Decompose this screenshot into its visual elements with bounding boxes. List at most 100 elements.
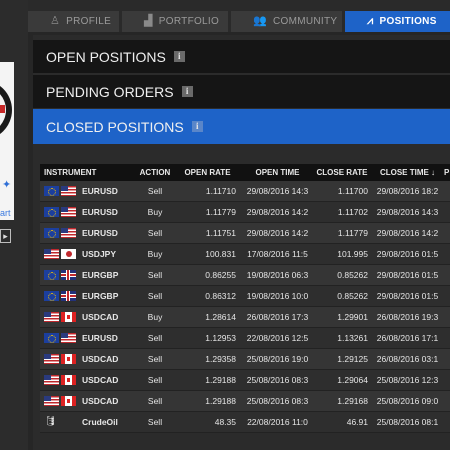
cell-open-rate: 1.29358 <box>205 354 236 364</box>
cell-action: Sell <box>147 270 163 280</box>
tab-bar: ♙ PROFILE ▟ PORTFOLIO 👥 COMMUNITY ⩘ POSI… <box>28 0 450 32</box>
instrument-symbol: EURUSD <box>82 186 118 196</box>
cell-open-rate: 0.86255 <box>205 270 236 280</box>
flag-eu-icon <box>44 291 59 301</box>
col-close-rate[interactable]: CLOSE RATE <box>316 168 371 177</box>
cell-close-time: 25/08/2016 08:1 <box>376 417 439 427</box>
flag-us-icon <box>61 207 76 217</box>
instrument-symbol: EURGBP <box>82 270 119 280</box>
section-title: OPEN POSITIONS <box>46 48 166 65</box>
flag-us-icon <box>44 396 59 406</box>
expand-arrow-icon[interactable]: ▸ <box>0 229 11 243</box>
cell-close-time: 29/08/2016 01:5 <box>376 270 439 280</box>
globe-icon: ✦ <box>2 179 12 191</box>
instrument-symbol: EURUSD <box>82 228 118 238</box>
flag-gb-icon <box>61 270 76 280</box>
cell-close-rate: 101.995 <box>337 249 368 259</box>
cell-open-time: 25/08/2016 08:3 <box>246 375 309 385</box>
cell-action: Sell <box>147 417 163 427</box>
sidebar-link[interactable]: art <box>0 208 14 218</box>
cell-close-time: 29/08/2016 18:2 <box>376 186 439 196</box>
cell-action: Sell <box>147 375 163 385</box>
cell-open-time: 29/08/2016 14:2 <box>246 207 309 217</box>
tab-portfolio[interactable]: ▟ PORTFOLIO <box>122 11 228 32</box>
table-row[interactable]: 🛢 CrudeOil Sell 48.35 22/08/2016 11:0 46.91 25… <box>40 412 450 433</box>
flag-gb-icon <box>61 291 76 301</box>
left-sidebar: ✦ art ▸ <box>0 0 28 450</box>
cell-open-time: 22/08/2016 11:0 <box>247 417 308 427</box>
profile-card-partial <box>0 62 14 220</box>
cell-action: Sell <box>147 333 163 343</box>
instrument-symbol: CrudeOil <box>82 417 118 427</box>
cell-instrument: EURGBP <box>40 270 131 280</box>
cell-action: Sell <box>147 291 163 301</box>
col-p[interactable]: P <box>444 168 450 177</box>
cell-close-rate: 1.11779 <box>337 228 368 238</box>
cell-open-time: 29/08/2016 14:2 <box>246 228 309 238</box>
flag-eu-icon <box>44 270 59 280</box>
table-row[interactable]: EURUSD Buy 1.11779 29/08/2016 14:2 1.11702 29… <box>40 202 450 223</box>
tab-positions[interactable]: ⩘ POSITIONS <box>345 11 450 32</box>
profile-icon: ♙ <box>50 15 61 27</box>
cell-open-rate: 1.11779 <box>205 207 236 217</box>
cell-open-time: 22/08/2016 12:5 <box>246 333 309 343</box>
cell-instrument: EURUSD <box>40 207 131 217</box>
table-row[interactable]: USDCAD Sell 1.29358 25/08/2016 19:0 1.29125 2… <box>40 349 450 370</box>
closed-positions-header[interactable]: CLOSED POSITIONS i <box>33 109 450 144</box>
cell-close-rate: 1.13261 <box>337 333 368 343</box>
flag-jp-icon <box>61 249 76 259</box>
table-row[interactable]: EURGBP Sell 0.86255 19/08/2016 06:3 0.85262 2… <box>40 265 450 286</box>
table-row[interactable]: USDCAD Sell 1.29188 25/08/2016 08:3 1.29168 2… <box>40 391 450 412</box>
tab-community[interactable]: 👥 COMMUNITY <box>231 11 342 32</box>
table-row[interactable]: USDCAD Sell 1.29188 25/08/2016 08:3 1.29064 2… <box>40 370 450 391</box>
cell-close-time: 29/08/2016 14:2 <box>376 228 439 238</box>
cell-open-time: 25/08/2016 08:3 <box>246 396 309 406</box>
cell-open-rate: 1.11710 <box>205 186 236 196</box>
col-action[interactable]: ACTION <box>131 168 179 177</box>
cell-close-rate: 46.91 <box>346 417 368 427</box>
cell-instrument: 🛢 CrudeOil <box>40 416 131 428</box>
cell-instrument: USDCAD <box>40 354 131 364</box>
positions-panel: OPEN POSITIONS i PENDING ORDERS i CLOSED… <box>33 35 450 450</box>
cell-action: Sell <box>147 396 163 406</box>
flag-ca-icon <box>61 375 76 385</box>
cell-close-time: 29/08/2016 14:3 <box>376 207 439 217</box>
table-row[interactable]: EURGBP Sell 0.86312 19/08/2016 10:0 0.85262 2… <box>40 286 450 307</box>
cell-action: Sell <box>147 354 163 364</box>
table-row[interactable]: USDCAD Buy 1.28614 26/08/2016 17:3 1.29901 26… <box>40 307 450 328</box>
cell-instrument: USDCAD <box>40 375 131 385</box>
flag-eu-icon <box>44 186 59 196</box>
pending-orders-header[interactable]: PENDING ORDERS i <box>33 75 450 108</box>
table-row[interactable]: EURUSD Sell 1.11710 29/08/2016 14:3 1.11700 2… <box>40 181 450 202</box>
flag-us-icon <box>44 312 59 322</box>
cell-close-rate: 1.29901 <box>337 312 368 322</box>
cell-close-rate: 1.11700 <box>337 186 368 196</box>
cell-open-time: 25/08/2016 19:0 <box>246 354 309 364</box>
table-row[interactable]: EURUSD Sell 1.11751 29/08/2016 14:2 1.11779 2… <box>40 223 450 244</box>
table-row[interactable]: EURUSD Sell 1.12953 22/08/2016 12:5 1.13261 2… <box>40 328 450 349</box>
cell-action: Buy <box>147 207 163 217</box>
table-row[interactable]: USDJPY Buy 100.831 17/08/2016 11:5 101.995 29… <box>40 244 450 265</box>
section-title: CLOSED POSITIONS <box>46 118 184 135</box>
col-instrument[interactable]: INSTRUMENT <box>40 168 131 177</box>
tab-label: POSITIONS <box>379 16 437 27</box>
col-open-time[interactable]: OPEN TIME <box>239 168 316 177</box>
flag-us-icon <box>61 333 76 343</box>
cell-open-time: 19/08/2016 06:3 <box>246 270 309 280</box>
crude-oil-icon: 🛢 <box>44 416 57 427</box>
cell-close-time: 29/08/2016 01:5 <box>376 291 439 301</box>
tab-label: PORTFOLIO <box>158 16 220 27</box>
cell-instrument: EURUSD <box>40 333 131 343</box>
flag-us-icon <box>44 249 59 259</box>
info-icon[interactable]: i <box>173 51 185 62</box>
col-open-rate[interactable]: OPEN RATE <box>179 168 239 177</box>
flag-ca-icon <box>61 354 76 364</box>
cell-open-rate: 48.35 <box>214 417 236 427</box>
tab-profile[interactable]: ♙ PROFILE <box>28 11 119 32</box>
info-icon[interactable]: i <box>191 121 203 132</box>
col-close-time-sorted[interactable]: CLOSE TIME ↓ <box>371 168 444 177</box>
cell-action: Buy <box>147 249 163 259</box>
open-positions-header[interactable]: OPEN POSITIONS i <box>33 40 450 73</box>
info-icon[interactable]: i <box>181 86 193 97</box>
instrument-symbol: USDJPY <box>82 249 117 259</box>
